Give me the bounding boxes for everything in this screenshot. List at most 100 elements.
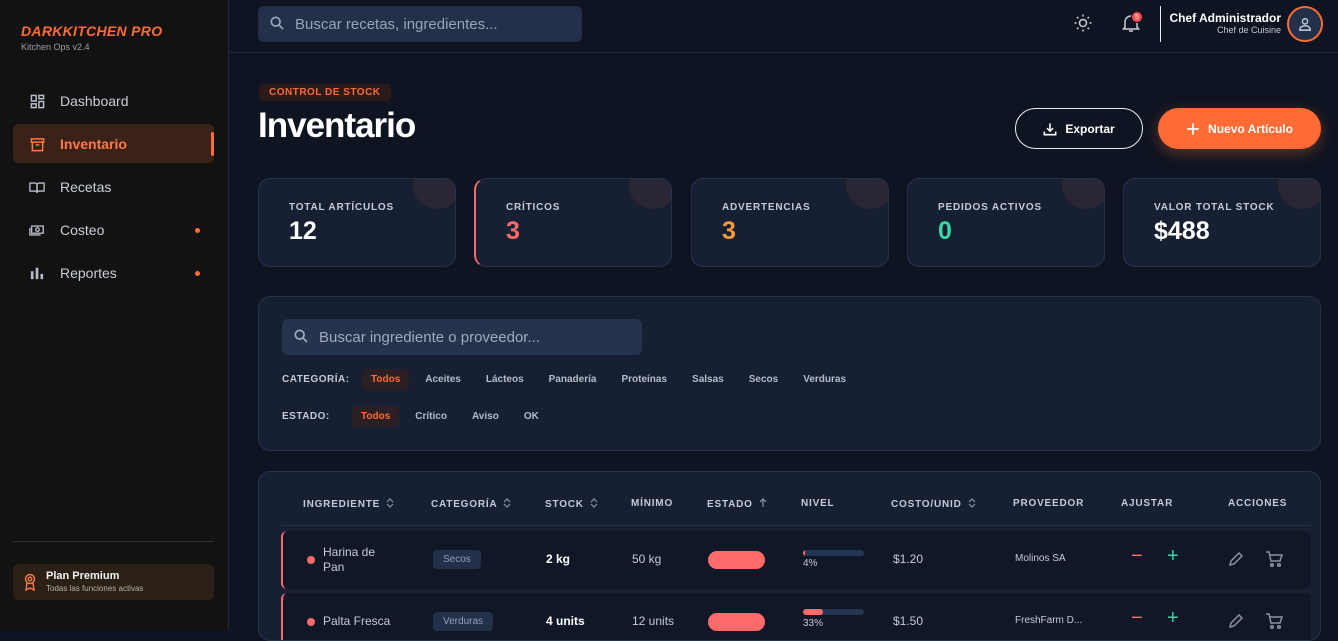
category-chip[interactable]: Panadería xyxy=(540,369,606,390)
sort-icon xyxy=(386,498,394,511)
sidebar-item-costeo[interactable]: Costeo xyxy=(13,210,214,249)
header-label: COSTO/UNID xyxy=(891,499,962,510)
increase-button[interactable]: + xyxy=(1167,607,1179,630)
category-filter-label: CATEGORÍA: xyxy=(282,374,350,385)
download-icon xyxy=(1043,122,1057,135)
brand-logo: DARKKITCHEN PRO xyxy=(21,23,163,39)
bar-chart-icon xyxy=(29,265,45,281)
stock-value: 4 units xyxy=(546,614,585,628)
decrease-button[interactable]: − xyxy=(1131,607,1143,630)
column-header-minimum: MÍNIMO xyxy=(631,498,673,509)
sidebar-divider xyxy=(13,541,214,542)
category-chip[interactable]: Verduras xyxy=(794,369,855,390)
stat-value: 3 xyxy=(506,217,520,245)
column-header-supplier: PROVEEDOR xyxy=(1013,498,1084,509)
decorative-blob xyxy=(1278,179,1320,209)
book-icon xyxy=(29,179,45,195)
stat-label: TOTAL ARTÍCULOS xyxy=(289,202,394,213)
header-label: PROVEEDOR xyxy=(1013,498,1085,509)
ingredient-name: Palta Fresca xyxy=(323,614,391,628)
plan-subtitle: Todas las funciones activas xyxy=(46,584,144,593)
export-button[interactable]: Exportar xyxy=(1015,108,1143,149)
money-icon xyxy=(29,222,45,238)
header-label: CATEGORÍA xyxy=(431,499,498,510)
sidebar-item-label: Costeo xyxy=(60,221,105,238)
column-header-cost[interactable]: COSTO/UNID xyxy=(891,498,976,511)
dashboard-icon xyxy=(29,93,45,109)
level-bar xyxy=(803,550,864,556)
table-row[interactable]: Harina de Pan Secos 2 kg 50 kg 4% $1.20 … xyxy=(281,531,1311,589)
status-chip[interactable]: Crítico xyxy=(406,406,456,427)
award-icon xyxy=(23,573,37,596)
search-placeholder: Buscar recetas, ingredientes... xyxy=(295,15,498,33)
sidebar-item-label: Dashboard xyxy=(60,92,129,109)
category-chip[interactable]: Todos xyxy=(362,369,410,390)
status-pill xyxy=(708,613,765,631)
status-filter-row: ESTADO: Todos Crítico Aviso OK xyxy=(282,406,555,427)
status-chip[interactable]: Todos xyxy=(352,406,400,427)
level-percent: 4% xyxy=(803,558,818,569)
edit-icon[interactable] xyxy=(1228,551,1244,572)
sort-icon xyxy=(503,498,511,511)
stat-card-warnings: ADVERTENCIAS 3 xyxy=(691,178,889,267)
stat-card-orders: PEDIDOS ACTIVOS 0 xyxy=(907,178,1105,267)
category-chip[interactable]: Lácteos xyxy=(477,369,533,390)
sort-icon xyxy=(968,498,976,511)
stat-label: CRÍTICOS xyxy=(506,202,561,213)
status-chip[interactable]: Aviso xyxy=(463,406,508,427)
search-placeholder: Buscar ingrediente o proveedor... xyxy=(319,328,540,346)
sidebar-item-inventario[interactable]: Inventario xyxy=(13,124,214,163)
increase-button[interactable]: + xyxy=(1167,545,1179,568)
category-chip[interactable]: Salsas xyxy=(683,369,733,390)
search-icon xyxy=(270,16,284,34)
decorative-blob xyxy=(1062,179,1104,209)
stock-value: 2 kg xyxy=(546,552,571,566)
sidebar-nav: Dashboard Inventario Recetas Costeo Repo… xyxy=(13,81,214,296)
cost-value: $1.50 xyxy=(893,614,924,628)
sidebar-item-label: Reportes xyxy=(60,264,117,281)
stat-card-critical: CRÍTICOS 3 xyxy=(474,178,672,267)
column-header-level: NIVEL xyxy=(801,498,834,509)
category-chip[interactable]: Secos xyxy=(740,369,787,390)
table-row[interactable]: Palta Fresca Verduras 4 units 12 units 3… xyxy=(281,593,1311,640)
cart-icon[interactable] xyxy=(1265,612,1284,635)
level-fill xyxy=(803,609,824,615)
inventory-table: INGREDIENTE CATEGORÍA STOCK MÍNIMO ESTAD… xyxy=(258,471,1321,641)
column-header-status[interactable]: ESTADO xyxy=(707,498,767,511)
sidebar-item-dashboard[interactable]: Dashboard xyxy=(13,81,214,120)
plan-title: Plan Premium xyxy=(46,570,120,582)
sidebar-item-recetas[interactable]: Recetas xyxy=(13,167,214,206)
sort-asc-icon xyxy=(759,498,767,511)
category-badge: Verduras xyxy=(433,612,494,631)
sidebar-item-reportes[interactable]: Reportes xyxy=(13,253,214,292)
status-chip[interactable]: OK xyxy=(515,406,548,427)
decrease-button[interactable]: − xyxy=(1131,545,1143,568)
brand-version: Kitchen Ops v2.4 xyxy=(21,42,90,52)
plan-card[interactable]: Plan Premium Todas las funciones activas xyxy=(13,564,214,600)
filter-panel: Buscar ingrediente o proveedor... CATEGO… xyxy=(258,296,1321,451)
stat-card-value: VALOR TOTAL STOCK $488 xyxy=(1123,178,1321,267)
decorative-blob xyxy=(629,179,671,209)
sun-icon[interactable] xyxy=(1073,13,1093,38)
supplier-name: FreshFarm D... xyxy=(1015,615,1083,626)
level-fill xyxy=(803,550,806,556)
header-label: AJUSTAR xyxy=(1121,498,1174,509)
column-header-stock[interactable]: STOCK xyxy=(545,498,598,511)
stat-label: ADVERTENCIAS xyxy=(722,202,811,213)
ingredient-search-input[interactable]: Buscar ingrediente o proveedor... xyxy=(282,319,642,355)
column-header-actions: ACCIONES xyxy=(1228,498,1287,509)
minimum-value: 50 kg xyxy=(632,552,662,566)
global-search-input[interactable]: Buscar recetas, ingredientes... xyxy=(258,6,582,42)
edit-icon[interactable] xyxy=(1228,613,1244,634)
column-header-ingredient[interactable]: INGREDIENTE xyxy=(303,498,394,511)
category-chip[interactable]: Aceites xyxy=(416,369,470,390)
inventory-icon xyxy=(29,136,45,152)
user-icon xyxy=(1299,18,1311,31)
decorative-blob xyxy=(846,179,888,209)
category-chip[interactable]: Proteínas xyxy=(612,369,676,390)
new-item-button[interactable]: Nuevo Artículo xyxy=(1158,108,1321,149)
cart-icon[interactable] xyxy=(1265,550,1284,573)
column-header-category[interactable]: CATEGORÍA xyxy=(431,498,511,511)
avatar[interactable] xyxy=(1287,6,1323,42)
stat-card-total: TOTAL ARTÍCULOS 12 xyxy=(258,178,456,267)
